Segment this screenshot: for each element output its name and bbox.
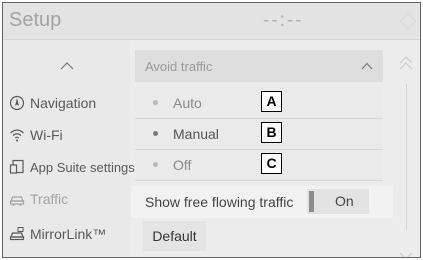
page-title: Setup <box>9 9 62 31</box>
avoid-traffic-header[interactable]: Avoid traffic <box>135 50 383 82</box>
sidebar-item-app-suite[interactable]: App Suite settings <box>3 151 135 183</box>
sidebar-item-mirrorlink[interactable]: MirrorLink™ <box>3 218 130 250</box>
navigation-icon <box>9 95 25 111</box>
scroll-up-button[interactable] <box>396 54 416 74</box>
sidebar-item-label: Wi-Fi <box>30 127 63 143</box>
toggle-label: On <box>335 193 354 209</box>
radio-indicator <box>153 162 158 167</box>
option-label: Manual <box>173 126 219 142</box>
sidebar-item-label: Navigation <box>30 95 97 111</box>
sidebar-item-label: MirrorLink™ <box>30 226 107 242</box>
setup-screen: Setup --:-- Navigation Wi-Fi App Suite s… <box>2 2 421 258</box>
sidebar-item-wifi[interactable]: Wi-Fi <box>3 119 130 151</box>
title-bar: Setup --:-- <box>3 3 420 40</box>
double-chevron-down-icon <box>399 252 413 257</box>
double-chevron-up-icon <box>399 56 413 70</box>
option-label: Off <box>173 157 192 173</box>
wifi-icon <box>10 129 24 142</box>
sidebar-item-navigation[interactable]: Navigation <box>3 87 130 119</box>
chevron-up-icon <box>361 58 373 73</box>
callout-label: A <box>261 91 282 112</box>
sidebar-item-label: App Suite settings <box>30 159 135 175</box>
default-button[interactable]: Default <box>143 221 206 251</box>
sidebar-scroll-up-button[interactable] <box>3 50 130 80</box>
free-flowing-traffic-toggle[interactable]: On <box>307 189 369 214</box>
scrollbar[interactable] <box>394 40 420 257</box>
traffic-settings-panel: Avoid traffic Auto A Manual B Off C Show… <box>131 40 393 257</box>
sidebar-item-traffic[interactable]: Traffic <box>3 183 130 215</box>
callout-label: C <box>261 153 282 174</box>
clock: --:-- <box>263 10 304 31</box>
mirrorlink-icon <box>9 227 25 241</box>
radio-indicator <box>153 100 158 105</box>
callout-label: B <box>261 122 282 143</box>
sidebar-item-label: Traffic <box>30 191 69 207</box>
avoid-traffic-option-auto[interactable]: Auto A <box>135 88 383 119</box>
avoid-traffic-option-off[interactable]: Off C <box>135 150 383 181</box>
scroll-track[interactable] <box>406 84 407 230</box>
status-icon <box>399 12 417 30</box>
avoid-traffic-label: Avoid traffic <box>145 59 213 74</box>
free-flowing-traffic-label: Show free flowing traffic <box>145 194 294 210</box>
free-flowing-traffic-row: Show free flowing traffic On <box>131 186 393 218</box>
traffic-icon <box>9 196 25 206</box>
scroll-down-button[interactable] <box>396 248 416 257</box>
radio-indicator <box>153 131 158 136</box>
chevron-up-icon <box>60 62 73 70</box>
sidebar: Navigation Wi-Fi App Suite settings Traf… <box>3 40 135 257</box>
option-label: Auto <box>173 95 202 111</box>
app-suite-icon <box>9 159 24 174</box>
toggle-indicator <box>309 191 314 212</box>
avoid-traffic-option-manual[interactable]: Manual B <box>135 119 383 150</box>
